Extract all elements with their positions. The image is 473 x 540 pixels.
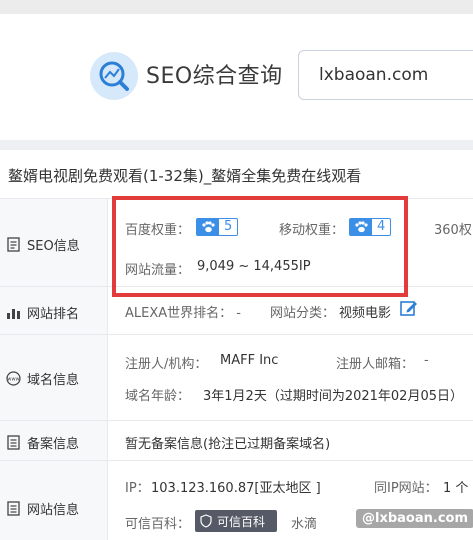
domain-label-cell: www 域名信息 xyxy=(0,335,108,421)
seo-logo-icon xyxy=(90,52,138,100)
site-label-cell: 网站信息 xyxy=(0,461,108,540)
credible-badge-text: 可信百科 xyxy=(217,514,266,529)
document-icon xyxy=(7,237,20,252)
record-icon xyxy=(7,435,20,450)
separator xyxy=(0,140,473,150)
icp-text: 备案信息 xyxy=(27,437,80,452)
top-strip xyxy=(0,0,473,14)
same-ip-label: 同IP网站： xyxy=(374,481,438,496)
ranking-text: 网站排名 xyxy=(27,307,80,322)
site-icon xyxy=(7,501,20,516)
ip-label: IP： xyxy=(125,481,150,496)
icp-row: 备案信息 暂无备案信息(抢注已过期备案域名) xyxy=(0,420,473,461)
seo-info-text: SEO信息 xyxy=(27,239,80,254)
registrant-label: 注册人/机构： xyxy=(125,357,208,372)
edit-icon[interactable] xyxy=(400,299,418,317)
highlight-box xyxy=(112,196,408,297)
svg-text:www: www xyxy=(7,377,19,383)
age-value: 3年1月2天（过期时间为2021年02月05日） xyxy=(203,389,463,404)
icp-label: 备案信息 xyxy=(6,433,79,452)
icp-value: 暂无备案信息(抢注已过期备案域名) xyxy=(125,437,331,452)
credible-badge[interactable]: 可信百科 xyxy=(195,510,277,532)
same-ip-value[interactable]: 1 个 xyxy=(443,477,468,496)
header: SEO综合查询 lxbaoan.com xyxy=(0,0,473,140)
category-value[interactable]: 视频电影 xyxy=(339,302,391,321)
age-label: 域名年龄： xyxy=(125,389,191,404)
seo-info-label-cell: SEO信息 xyxy=(0,199,108,287)
watermark: @lxbaoan.com xyxy=(356,509,473,528)
icp-label-cell: 备案信息 xyxy=(0,421,108,461)
search-value: lxbaoan.com xyxy=(319,65,429,85)
shield-icon xyxy=(200,514,212,528)
domain-text: 域名信息 xyxy=(27,373,80,388)
credible-label: 可信百科： xyxy=(125,517,191,532)
domain-search-input[interactable]: lxbaoan.com xyxy=(298,50,473,100)
alexa-rank: ALEXA世界排名： - xyxy=(125,306,241,321)
category-label: 网站分类： xyxy=(270,306,336,321)
email-value: - xyxy=(424,353,429,368)
bar-chart-icon xyxy=(7,309,20,319)
domain-label: www 域名信息 xyxy=(6,369,79,388)
brand-title: SEO综合查询 xyxy=(146,64,283,89)
weight-360-label: 360权 xyxy=(434,223,472,238)
page-title: 鳌婿电视剧免费观看(1-32集)_鳌婿全集免费在线观看 xyxy=(0,150,473,198)
site-label: 网站信息 xyxy=(6,499,79,518)
ranking-label-cell: 网站排名 xyxy=(0,287,108,335)
domain-info-row: www 域名信息 注册人/机构： MAFF Inc 注册人邮箱： - 域名年龄：… xyxy=(0,334,473,421)
email-label: 注册人邮箱： xyxy=(336,357,415,372)
www-icon: www xyxy=(6,371,21,386)
site-text: 网站信息 xyxy=(27,503,80,518)
shuidi-label: 水滴 xyxy=(291,517,318,532)
ip-value[interactable]: 103.123.160.87[亚太地区 ] xyxy=(151,477,321,496)
registrant-value: MAFF Inc xyxy=(220,353,279,368)
seo-info-label: SEO信息 xyxy=(6,235,80,254)
ranking-label: 网站排名 xyxy=(6,303,79,322)
